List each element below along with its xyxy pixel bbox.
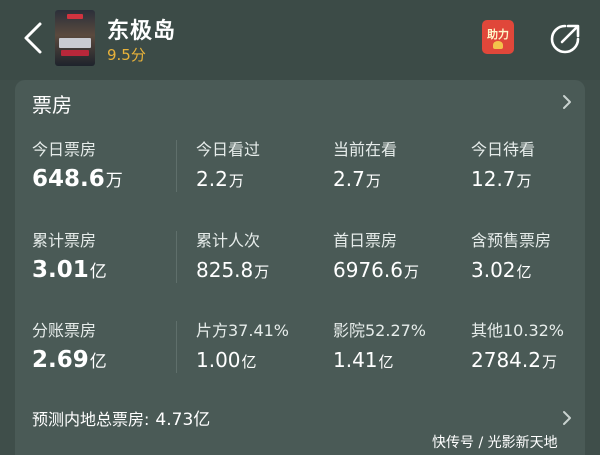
watermark-text: 快传号 / 光影新天地 xyxy=(432,435,558,451)
stat-label: 分账票房 xyxy=(32,321,97,340)
chevron-right-icon[interactable] xyxy=(561,410,573,426)
share-icon[interactable] xyxy=(548,22,582,56)
column-divider xyxy=(176,140,177,192)
stat-value: 1.00亿 xyxy=(196,348,257,372)
stat-value: 2.7万 xyxy=(333,167,381,191)
stat-label: 片方37.41% xyxy=(196,321,290,340)
stat-label: 今日看过 xyxy=(196,140,261,159)
stat-label: 当前在看 xyxy=(333,140,398,159)
stat-label: 其他10.32% xyxy=(471,321,565,340)
section-title: 票房 xyxy=(32,93,72,117)
stat-label: 首日票房 xyxy=(333,231,398,250)
stat-label: 今日待看 xyxy=(471,140,536,159)
column-divider xyxy=(176,321,177,373)
top-bar: 东极岛 9.5分 助力 xyxy=(0,0,600,80)
boost-button[interactable]: 助力 xyxy=(482,20,514,54)
stat-first-day: 首日票房 6976.6万 xyxy=(333,227,419,285)
stat-value: 2.2万 xyxy=(196,167,244,191)
movie-title: 东极岛 xyxy=(107,19,177,44)
stat-today-want: 今日待看 12.7万 xyxy=(471,136,535,194)
stat-split-box-office: 分账票房 2.69亿 xyxy=(32,317,107,375)
chevron-right-icon[interactable] xyxy=(561,94,573,110)
stat-today-box-office: 今日票房 648.6万 xyxy=(32,136,123,194)
stat-now-watching: 当前在看 2.7万 xyxy=(333,136,397,194)
stat-label: 影院52.27% xyxy=(333,321,427,340)
stat-label: 今日票房 xyxy=(32,140,97,159)
stat-label: 累计人次 xyxy=(196,231,261,250)
stat-label: 累计票房 xyxy=(32,231,97,250)
stat-label: 含预售票房 xyxy=(471,231,552,250)
stat-value: 1.41亿 xyxy=(333,348,394,372)
stat-value: 648.6万 xyxy=(32,166,123,192)
stat-cinema-share: 影院52.27% 1.41亿 xyxy=(333,317,426,375)
poster-graphic xyxy=(59,38,91,48)
forecast-value: 4.73亿 xyxy=(155,410,211,430)
stat-value: 6976.6万 xyxy=(333,258,419,282)
forecast-row[interactable]: 预测内地总票房: 4.73亿 xyxy=(32,405,210,430)
stat-total-box-office: 累计票房 3.01亿 xyxy=(32,227,107,285)
stat-total-admissions: 累计人次 825.8万 xyxy=(196,227,269,285)
stat-value: 2.69亿 xyxy=(32,347,107,373)
stat-value: 12.7万 xyxy=(471,167,532,191)
movie-poster[interactable] xyxy=(55,10,95,66)
stat-value: 3.02亿 xyxy=(471,258,532,282)
stat-value: 825.8万 xyxy=(196,258,270,282)
boost-label: 助力 xyxy=(487,28,509,41)
stat-with-presale: 含预售票房 3.02亿 xyxy=(471,227,551,285)
back-icon[interactable] xyxy=(18,20,48,56)
forecast-label: 预测内地总票房: xyxy=(32,410,150,429)
column-divider xyxy=(176,231,177,283)
stat-value: 2784.2万 xyxy=(471,348,557,372)
stat-value: 3.01亿 xyxy=(32,257,107,283)
stat-today-watched: 今日看过 2.2万 xyxy=(196,136,260,194)
stat-producer-share: 片方37.41% 1.00亿 xyxy=(196,317,289,375)
stat-other-share: 其他10.32% 2784.2万 xyxy=(471,317,564,375)
poster-graphic xyxy=(67,14,83,19)
poster-graphic xyxy=(61,50,89,56)
movie-score: 9.5分 xyxy=(107,46,146,64)
